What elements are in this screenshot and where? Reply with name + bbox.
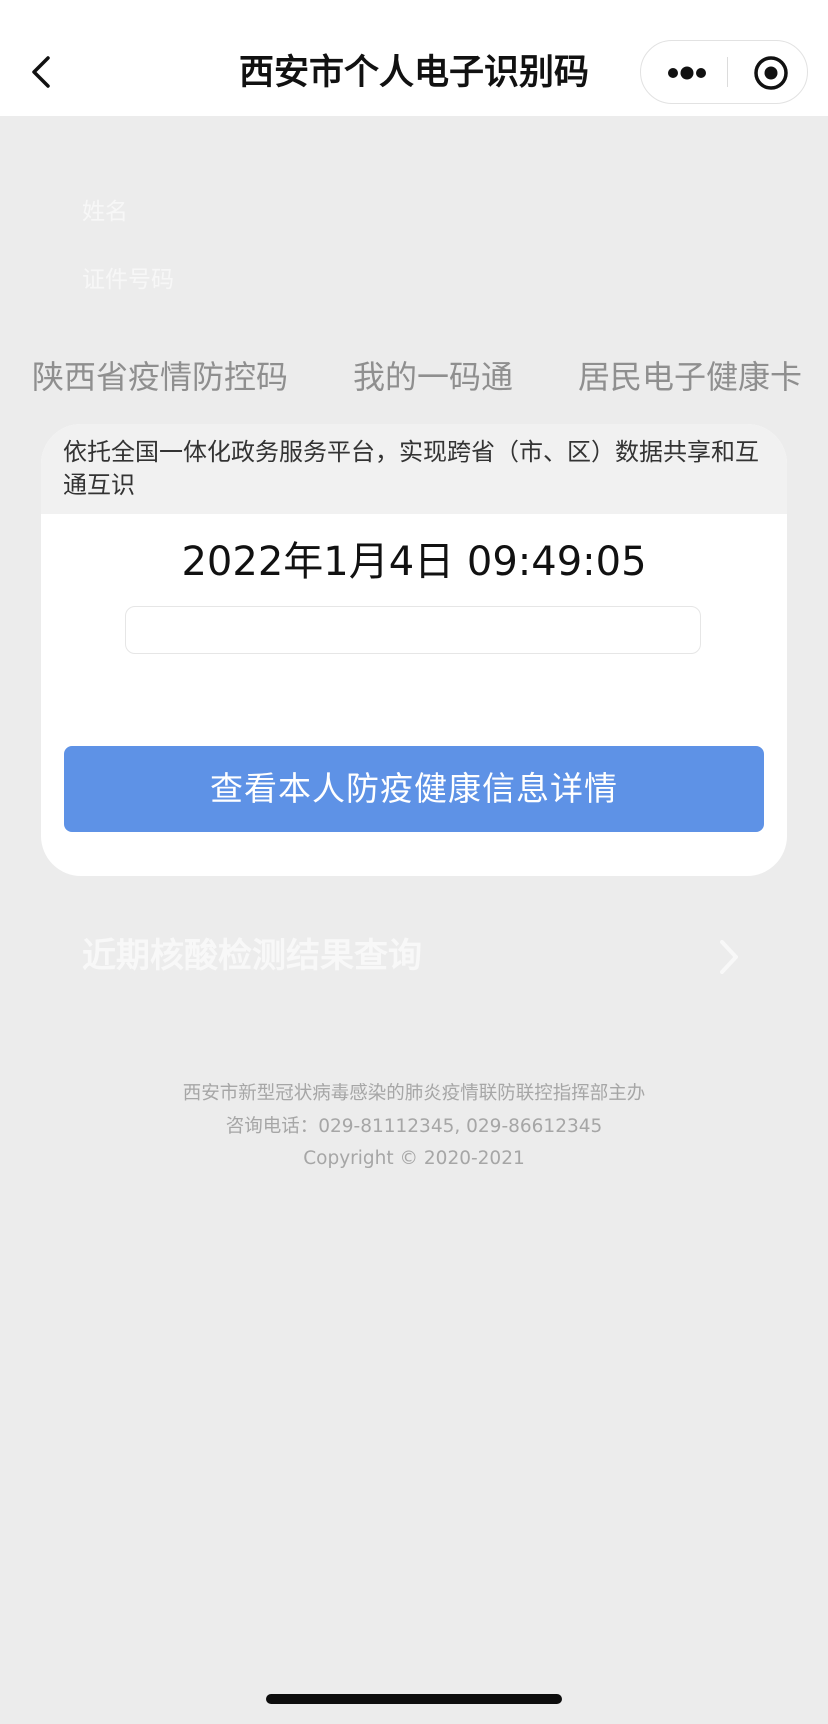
target-circle-icon — [754, 56, 788, 90]
home-indicator[interactable] — [266, 1694, 562, 1704]
close-mini-program-button[interactable] — [749, 41, 793, 103]
more-dots-icon — [668, 66, 706, 80]
capsule-divider — [727, 57, 728, 87]
footer-phone: 咨询电话：029-81112345, 029-86612345 — [225, 1116, 603, 1137]
footer-copyright: Copyright © 2020-2021 — [303, 1148, 525, 1169]
tab-shaanxi-code[interactable]: 陕西省疫情防控码 — [32, 352, 288, 402]
code-tabs: 陕西省疫情防控码 我的一码通 居民电子健康卡 — [0, 352, 828, 402]
datetime-display: 2022年1月4日 09:49:05 — [181, 539, 647, 585]
nucleic-test-query-label: 近期核酸检测结果查询 — [82, 936, 422, 976]
chevron-right-icon — [720, 940, 738, 974]
navigation-bar: 西安市个人电子识别码 — [0, 0, 828, 116]
code-display-field[interactable] — [125, 606, 701, 654]
nucleic-test-query-row[interactable]: 近期核酸检测结果查询 — [82, 928, 752, 984]
footer-organizer: 西安市新型冠状病毒感染的肺炎疫情联防联控指挥部主办 — [182, 1083, 646, 1104]
mini-program-capsule — [640, 40, 808, 104]
view-health-details-button[interactable]: 查看本人防疫健康信息详情 — [64, 746, 764, 832]
tab-health-card[interactable]: 居民电子健康卡 — [578, 352, 802, 402]
notice-text: 依托全国一体化政务服务平台，实现跨省（市、区）数据共享和互通互识 — [63, 438, 759, 499]
id-number-label: 证件号码 — [82, 267, 174, 293]
more-button[interactable] — [659, 41, 719, 103]
name-label: 姓名 — [82, 199, 128, 225]
tab-my-code[interactable]: 我的一码通 — [353, 352, 513, 402]
notice-banner: 依托全国一体化政务服务平台，实现跨省（市、区）数据共享和互通互识 — [41, 424, 787, 514]
health-code-card: 依托全国一体化政务服务平台，实现跨省（市、区）数据共享和互通互识 2022年1月… — [41, 424, 787, 876]
